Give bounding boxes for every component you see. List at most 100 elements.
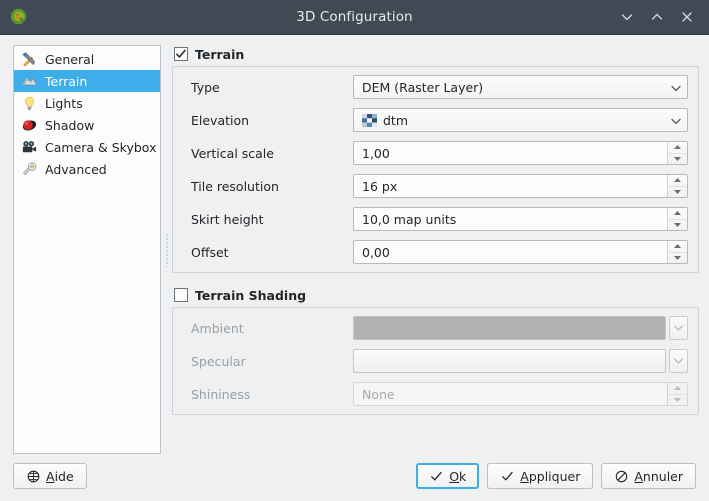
ambient-color-button[interactable]: [353, 316, 688, 340]
shininess-spinbox[interactable]: None: [353, 382, 688, 406]
terrain-elevation-combo[interactable]: dtm: [353, 108, 688, 132]
dialog-body: General Terrain: [0, 34, 709, 501]
sidebar-item-general[interactable]: General: [14, 48, 160, 70]
vertical-scale-label: Vertical scale: [183, 146, 353, 161]
advanced-gear-icon: [20, 160, 38, 178]
shininess-label: Shininess: [183, 387, 353, 402]
window-controls: [619, 9, 703, 25]
dialog-button-bar: Aide Ok Ap: [0, 454, 709, 501]
apply-button-label: ppliquer: [529, 469, 581, 484]
terrain-group-frame: Type DEM (Raster Layer): [172, 66, 699, 273]
sidebar-item-lights[interactable]: Lights: [14, 92, 160, 114]
spin-down-icon[interactable]: [668, 220, 687, 231]
sidebar-item-camera-skybox[interactable]: Camera & Skybox: [14, 136, 160, 158]
skirt-height-value: 10,0 map units: [354, 208, 667, 230]
help-button[interactable]: Aide: [13, 463, 87, 489]
qgis-logo-icon: [8, 6, 30, 28]
splitter-grip: [166, 233, 168, 267]
vertical-scale-row: Vertical scale 1,00: [183, 142, 688, 164]
shininess-row: Shininess None: [183, 383, 688, 405]
offset-value: 0,00: [354, 241, 667, 263]
spin-up-icon[interactable]: [668, 142, 687, 154]
sidebar-item-label: Shadow: [45, 118, 94, 133]
apply-button[interactable]: Appliquer: [487, 463, 593, 489]
spin-down-icon[interactable]: [668, 154, 687, 165]
specular-color-swatch[interactable]: [353, 349, 666, 373]
terrain-shading-group-frame: Ambient Specular: [172, 307, 699, 415]
apply-button-mnemonic: A: [520, 469, 529, 484]
specular-color-button[interactable]: [353, 349, 688, 373]
spin-down-icon[interactable]: [668, 395, 687, 406]
offset-label: Offset: [183, 245, 353, 260]
spin-up-icon[interactable]: [668, 383, 687, 395]
terrain-groupbox: Terrain Type DEM (Raster Layer): [172, 45, 699, 273]
chevron-down-icon[interactable]: [669, 349, 688, 373]
offset-row: Offset 0,00: [183, 241, 688, 263]
vertical-scale-value: 1,00: [354, 142, 667, 164]
shininess-value: None: [354, 383, 667, 405]
spinner-buttons[interactable]: [667, 175, 687, 197]
spin-up-icon[interactable]: [668, 175, 687, 187]
spin-down-icon[interactable]: [668, 253, 687, 264]
lightbulb-icon: [20, 94, 38, 112]
cancel-button-mnemonic: A: [634, 469, 643, 484]
chevron-down-icon[interactable]: [669, 316, 688, 340]
ambient-color-swatch[interactable]: [353, 316, 666, 340]
content-area: General Terrain: [0, 35, 709, 454]
terrain-group-header[interactable]: Terrain: [172, 45, 699, 63]
spin-up-icon[interactable]: [668, 241, 687, 253]
settings-sidebar[interactable]: General Terrain: [13, 45, 161, 454]
check-icon: [500, 469, 514, 483]
tools-icon: [20, 50, 38, 68]
tile-resolution-value: 16 px: [354, 175, 667, 197]
help-button-label: ide: [55, 469, 74, 484]
spinner-buttons[interactable]: [667, 241, 687, 263]
spinner-buttons[interactable]: [667, 142, 687, 164]
terrain-icon: [20, 72, 38, 90]
offset-spinbox[interactable]: 0,00: [353, 240, 688, 264]
terrain-type-value: DEM (Raster Layer): [362, 80, 665, 95]
close-button[interactable]: [679, 9, 695, 25]
terrain-shading-group-header[interactable]: Terrain Shading: [172, 286, 699, 304]
specular-label: Specular: [183, 354, 353, 369]
sidebar-item-shadow[interactable]: Shadow: [14, 114, 160, 136]
terrain-checkbox[interactable]: [174, 47, 188, 61]
panel-splitter[interactable]: [161, 45, 172, 454]
shadow-sphere-icon: [20, 116, 38, 134]
tile-resolution-row: Tile resolution 16 px: [183, 175, 688, 197]
tile-resolution-spinbox[interactable]: 16 px: [353, 174, 688, 198]
help-icon: [26, 469, 40, 483]
sidebar-item-label: Camera & Skybox: [45, 140, 156, 155]
chevron-down-icon: [671, 113, 681, 128]
help-button-mnemonic: A: [46, 469, 55, 484]
chevron-down-icon: [671, 80, 681, 95]
camera-icon: [20, 138, 38, 156]
terrain-shading-checkbox[interactable]: [174, 288, 188, 302]
spinner-buttons[interactable]: [667, 383, 687, 405]
terrain-elevation-value: dtm: [383, 113, 408, 128]
terrain-shading-groupbox: Terrain Shading Ambient: [172, 286, 699, 415]
spin-down-icon[interactable]: [668, 187, 687, 198]
ambient-row: Ambient: [183, 317, 688, 339]
cancel-icon: [614, 469, 628, 483]
sidebar-item-terrain[interactable]: Terrain: [14, 70, 160, 92]
terrain-elevation-label: Elevation: [183, 113, 353, 128]
minimize-button[interactable]: [619, 9, 635, 25]
dialog-window: 3D Configuration: [0, 0, 709, 501]
maximize-button[interactable]: [649, 9, 665, 25]
ambient-label: Ambient: [183, 321, 353, 336]
spinner-buttons[interactable]: [667, 208, 687, 230]
check-icon: [429, 469, 443, 483]
terrain-type-combo[interactable]: DEM (Raster Layer): [353, 75, 688, 99]
ok-button[interactable]: Ok: [416, 463, 479, 489]
cancel-button[interactable]: Annuler: [601, 463, 696, 489]
terrain-shading-group-title: Terrain Shading: [195, 288, 306, 303]
specular-row: Specular: [183, 350, 688, 372]
sidebar-item-advanced[interactable]: Advanced: [14, 158, 160, 180]
terrain-elevation-row: Elevation: [183, 109, 688, 131]
spin-up-icon[interactable]: [668, 208, 687, 220]
skirt-height-label: Skirt height: [183, 212, 353, 227]
skirt-height-spinbox[interactable]: 10,0 map units: [353, 207, 688, 231]
terrain-group-title: Terrain: [195, 47, 244, 62]
vertical-scale-spinbox[interactable]: 1,00: [353, 141, 688, 165]
